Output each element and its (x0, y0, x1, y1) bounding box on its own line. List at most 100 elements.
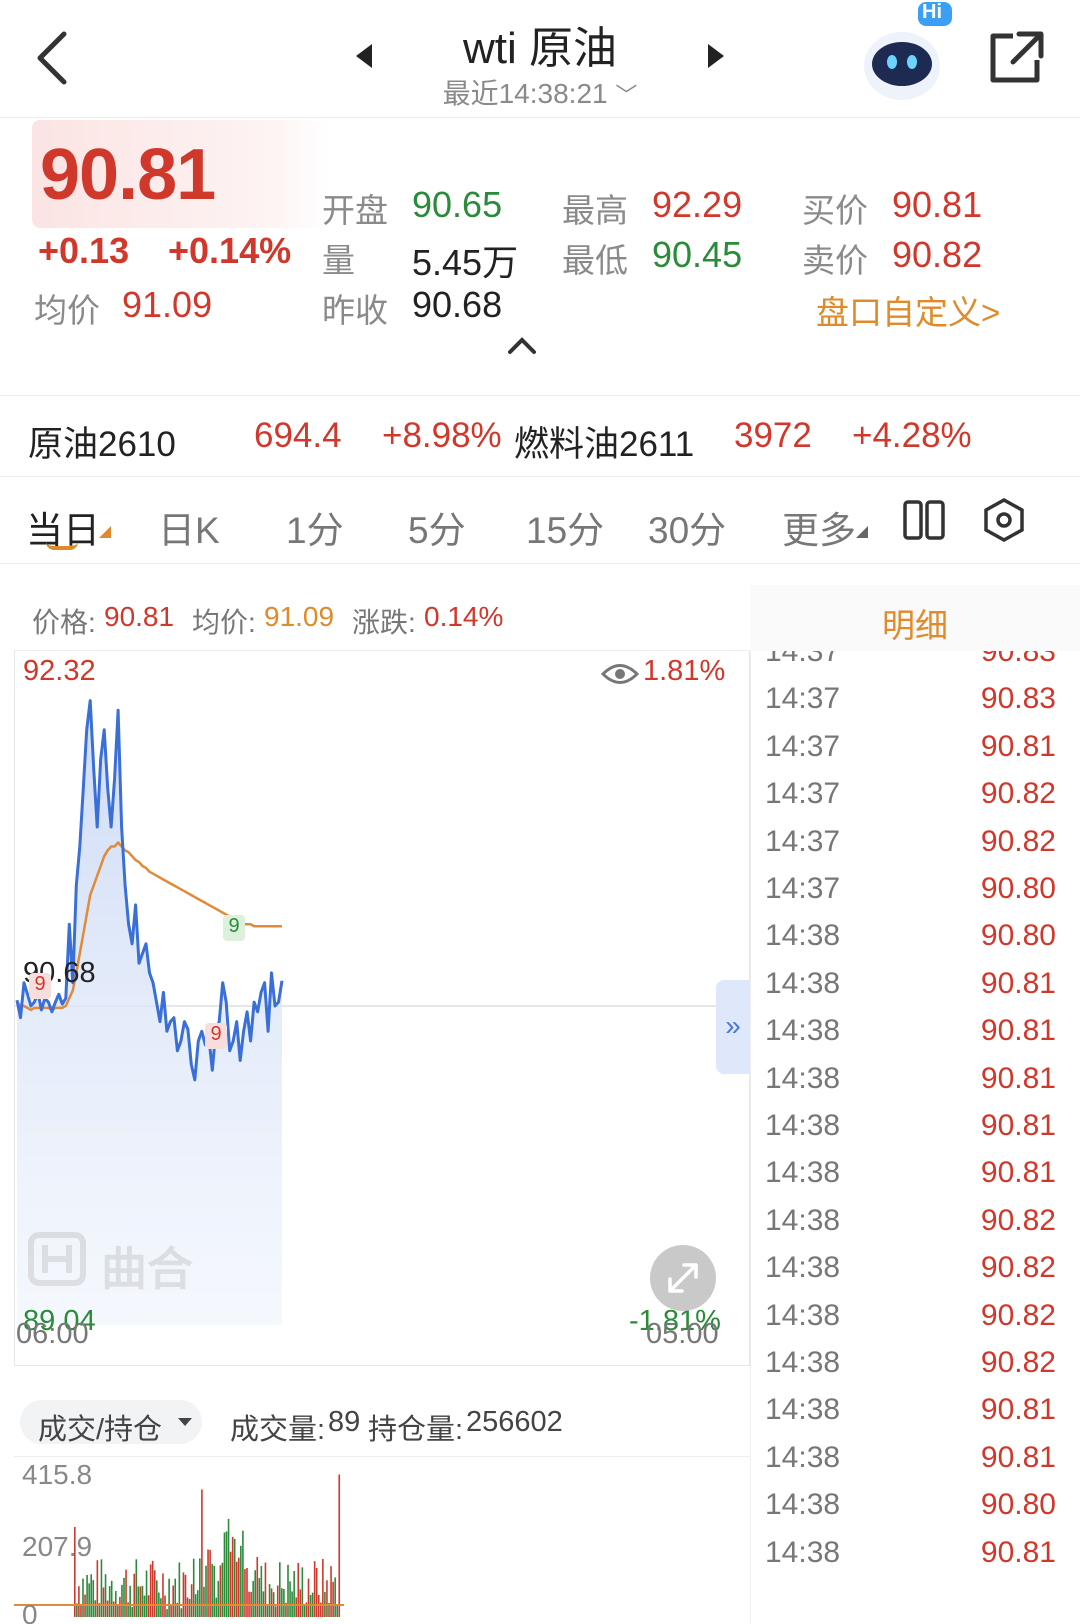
volume-oi-dropdown[interactable]: 成交/持仓 (20, 1400, 202, 1446)
volume-bar (174, 1578, 177, 1617)
share-icon[interactable] (985, 28, 1047, 88)
volume-bar (303, 1604, 306, 1617)
volume-bar (211, 1563, 213, 1617)
volume-bar (172, 1585, 174, 1617)
collapse-chevron-icon[interactable] (506, 334, 538, 356)
split-view-icon[interactable] (902, 498, 946, 542)
detail-price: 90.81 (980, 1440, 1056, 1474)
volume-bar (197, 1590, 199, 1617)
prev-close-value: 90.68 (412, 284, 503, 325)
detail-header[interactable]: 明细 (750, 585, 1080, 651)
detail-time: 14:38 (765, 1156, 841, 1190)
tab-more[interactable]: 更多 (782, 500, 856, 554)
tab-30min[interactable]: 30分 (648, 500, 726, 554)
detail-row: 14:38 90.81 (751, 1435, 1065, 1484)
bid-value: 90.81 (892, 184, 983, 225)
detail-row: 14:37 90.82 (751, 819, 1065, 868)
detail-row: 14:37 90.81 (751, 724, 1065, 773)
volume-bar (330, 1566, 332, 1617)
oi-label: 持仓量: (368, 1414, 464, 1446)
volume-bar (147, 1595, 150, 1617)
customize-panel-link[interactable]: 盘口自定义> (816, 286, 1000, 334)
detail-price: 90.81 (980, 1109, 1056, 1142)
volume-bar (184, 1574, 187, 1617)
trade-detail-list[interactable]: 14:37 90.83 14:37 90.83 14:37 90.81 14:37 90.82… (750, 651, 1065, 1624)
volume-bar (203, 1586, 205, 1617)
volume-bar (281, 1588, 283, 1617)
detail-time: 14:38 (765, 1440, 841, 1474)
info-price-label: 价格: (32, 607, 96, 638)
hi-badge: Hi (922, 1, 942, 23)
volume-bar (164, 1595, 166, 1617)
volume-bar (297, 1562, 300, 1617)
detail-time: 14:38 (765, 1488, 841, 1522)
fullscreen-button[interactable] (650, 1245, 716, 1311)
volume-bar (322, 1559, 324, 1617)
assistant-robot-icon[interactable]: Hi (850, 0, 960, 110)
top-bar: wti 原油 最近14:38:21 ﹀ Hi (0, 0, 1080, 118)
tab-1min[interactable]: 1分 (286, 500, 344, 554)
expand-arrows-icon (668, 1263, 698, 1293)
related-pct-1: +8.98% (382, 416, 502, 455)
low-value: 90.45 (652, 234, 743, 275)
volume-value: 5.45万 (412, 242, 519, 283)
volume-bar (279, 1562, 281, 1617)
related-name-1[interactable]: 原油2610 (28, 416, 176, 467)
volume-bar (102, 1587, 105, 1617)
vol-label: 成交量: (230, 1414, 326, 1446)
tab-today-triangle-icon (99, 526, 111, 538)
detail-price: 90.82 (980, 1203, 1056, 1237)
volume-bar (299, 1589, 302, 1617)
volume-chart[interactable]: 415.8 207.9 0 (14, 1456, 750, 1624)
volume-bar (156, 1580, 158, 1617)
expand-detail-tab[interactable]: » (716, 980, 750, 1074)
volume-bar (180, 1608, 183, 1617)
detail-time: 14:38 (765, 1393, 841, 1427)
volume-chart-svg (14, 1474, 344, 1617)
tab-daily-k[interactable]: 日K (158, 500, 220, 554)
tab-15min[interactable]: 15分 (526, 500, 604, 554)
detail-time: 14:37 (765, 651, 841, 668)
volume-bar (336, 1604, 338, 1617)
intraday-chart[interactable]: 92.32 89.04 1.81% -1.81% 90.68 9 9 9 曲合 (14, 651, 751, 1366)
chevron-down-icon: ﹀ (615, 83, 638, 108)
volume-bar (235, 1561, 238, 1617)
volume-bar (110, 1580, 113, 1617)
detail-row: 14:38 90.81 (751, 1103, 1065, 1152)
volume-bar (338, 1474, 341, 1617)
detail-row: 14:38 90.81 (751, 1008, 1065, 1057)
marker-label-a: 9 (29, 973, 51, 999)
detail-time: 14:38 (765, 1535, 841, 1569)
volume-bar (209, 1549, 211, 1617)
volume-bar (260, 1565, 263, 1617)
detail-price: 90.82 (980, 1251, 1056, 1285)
volume-bar (112, 1601, 115, 1617)
related-name-2[interactable]: 燃料油2611 (514, 416, 694, 467)
last-price-box: 90.81 (32, 120, 330, 228)
volume-bar (86, 1574, 88, 1617)
next-instrument-icon[interactable] (700, 38, 730, 78)
volume-bar (188, 1598, 191, 1617)
tab-5min[interactable]: 5分 (408, 500, 466, 554)
bid-label: 买价 (802, 192, 868, 229)
volume-bar (88, 1583, 90, 1617)
volume-bar (309, 1595, 312, 1617)
active-tab-indicator (46, 542, 78, 550)
volume-bar (238, 1557, 240, 1617)
detail-row: 14:38 90.82 (751, 1198, 1065, 1247)
detail-row: 14:38 90.81 (751, 961, 1065, 1010)
volume-bar (178, 1562, 181, 1617)
eye-icon[interactable] (600, 659, 640, 689)
settings-hexagon-icon[interactable] (982, 496, 1026, 544)
related-price-1: 694.4 (254, 416, 342, 455)
detail-price: 90.83 (980, 651, 1056, 668)
volume-bar (137, 1586, 140, 1617)
volume-bar (217, 1580, 220, 1617)
related-pct-2: +4.28% (852, 416, 972, 455)
volume-bar (254, 1570, 256, 1617)
volume-bar (213, 1565, 215, 1617)
volume-bar (139, 1586, 142, 1617)
detail-price: 90.81 (980, 1014, 1056, 1048)
volume-bar (170, 1604, 172, 1617)
volume-bar (199, 1558, 201, 1617)
